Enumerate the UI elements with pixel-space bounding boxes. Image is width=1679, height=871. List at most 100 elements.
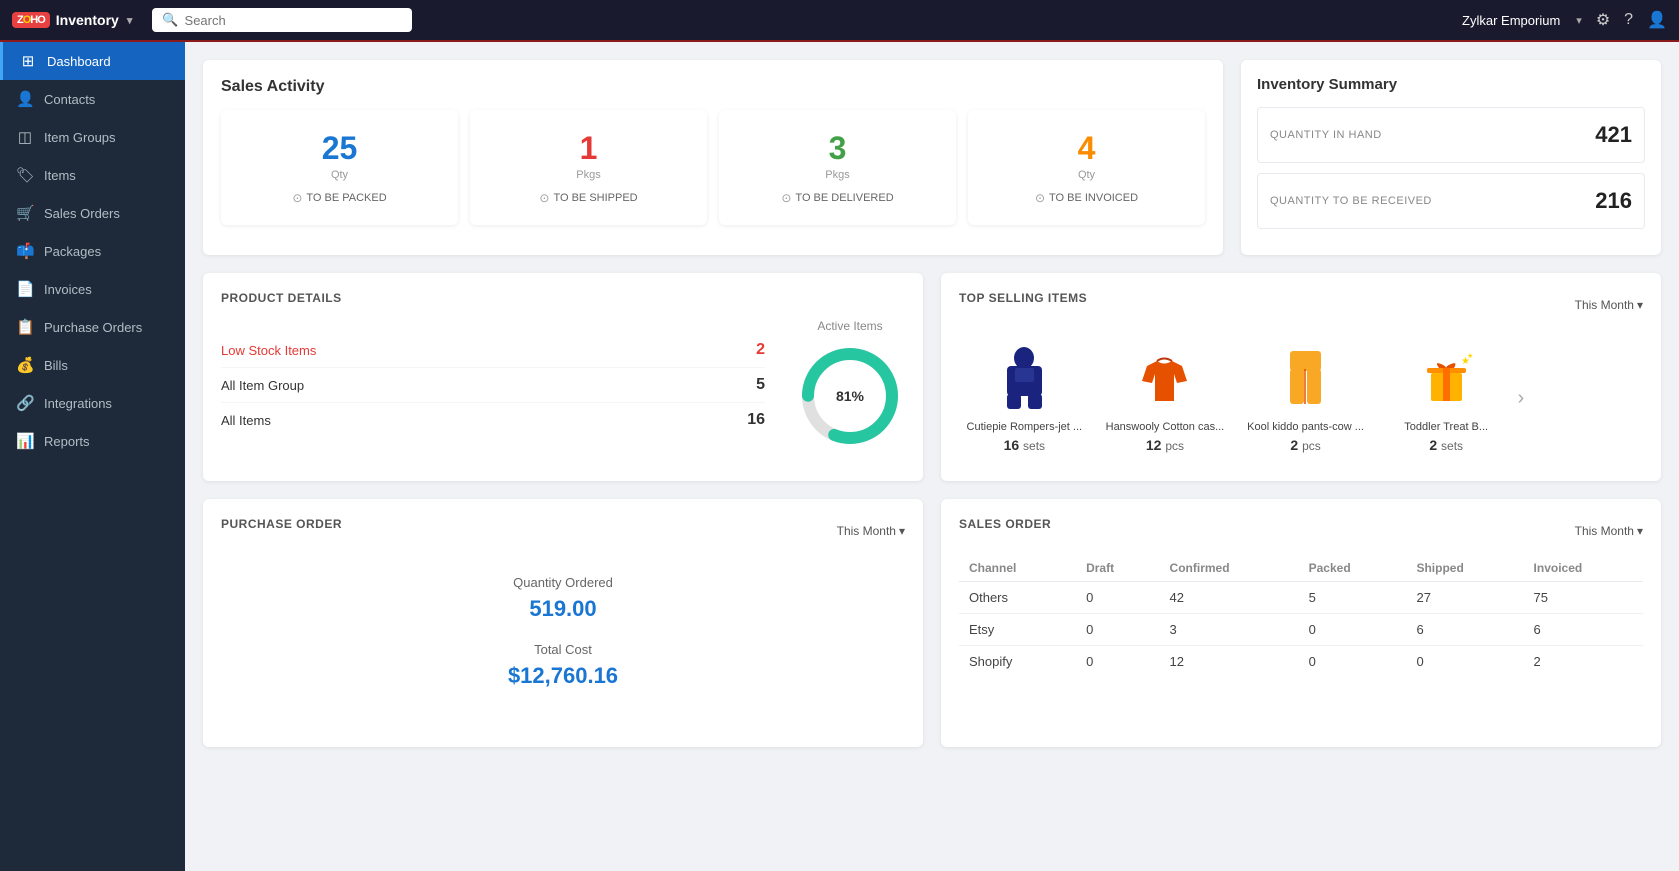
- table-row: Shopify 0 12 0 0 2: [959, 646, 1643, 678]
- shipped-status: ⊙ TO BE SHIPPED: [486, 191, 691, 205]
- sidebar-item-label: Invoices: [44, 282, 92, 297]
- main-content: Sales Activity 25 Qty ⊙ TO BE PACKED 1 P…: [185, 42, 1679, 871]
- logo: ZOHO Inventory ▾: [12, 12, 132, 28]
- top-item-1-img: [994, 343, 1054, 413]
- product-details-panel: PRODUCT DETAILS Low Stock Items 2 All It…: [203, 273, 923, 481]
- org-name: Zylkar Emporium: [1462, 13, 1560, 28]
- col-confirmed: Confirmed: [1160, 555, 1299, 582]
- top-item-1-unit: sets: [1023, 439, 1045, 453]
- top-item-3-unit: pcs: [1302, 439, 1321, 453]
- app-dropdown-arrow[interactable]: ▾: [127, 14, 133, 27]
- qty-to-receive-value: 216: [1595, 188, 1632, 214]
- bottom-section: PURCHASE ORDER This Month ▾ Quantity Ord…: [203, 499, 1661, 747]
- sidebar-item-items[interactable]: 🏷 Items: [0, 156, 185, 194]
- shipped-number: 1: [486, 130, 691, 167]
- sidebar-item-purchase-orders[interactable]: 📋 Purchase Orders: [0, 308, 185, 346]
- row-channel: Etsy: [959, 614, 1076, 646]
- invoiced-number: 4: [984, 130, 1189, 167]
- row-draft: 0: [1076, 614, 1159, 646]
- search-bar[interactable]: 🔍: [152, 8, 412, 32]
- row-channel: Shopify: [959, 646, 1076, 678]
- top-item-2-img: [1135, 343, 1195, 413]
- all-item-group-row: All Item Group 5: [221, 368, 765, 403]
- activity-card-delivered[interactable]: 3 Pkgs ⊙ TO BE DELIVERED: [719, 110, 956, 225]
- contacts-icon: 👤: [16, 90, 34, 108]
- activity-card-invoiced[interactable]: 4 Qty ⊙ TO BE INVOICED: [968, 110, 1205, 225]
- row-draft: 0: [1076, 646, 1159, 678]
- product-list: Low Stock Items 2 All Item Group 5 All I…: [221, 333, 765, 437]
- search-input[interactable]: [185, 13, 403, 28]
- top-selling-period[interactable]: This Month ▾: [1575, 298, 1643, 312]
- middle-section: PRODUCT DETAILS Low Stock Items 2 All It…: [203, 273, 1661, 481]
- po-period-btn[interactable]: This Month ▾: [837, 524, 905, 538]
- purchase-order-title: PURCHASE ORDER: [221, 517, 342, 531]
- col-draft: Draft: [1076, 555, 1159, 582]
- avatar[interactable]: 👤: [1647, 10, 1667, 30]
- inventory-summary-title: Inventory Summary: [1257, 76, 1645, 93]
- so-period-btn[interactable]: This Month ▾: [1575, 524, 1643, 538]
- sidebar-item-label: Items: [44, 168, 76, 183]
- purchase-orders-icon: 📋: [16, 318, 34, 336]
- top-item-1: Cutiepie Rompers-jet ... 16 sets: [959, 333, 1090, 463]
- search-icon: 🔍: [162, 12, 178, 28]
- sales-activity-title: Sales Activity: [221, 78, 1205, 96]
- activity-card-shipped[interactable]: 1 Pkgs ⊙ TO BE SHIPPED: [470, 110, 707, 225]
- top-item-4-unit: sets: [1441, 439, 1463, 453]
- so-period-arrow: ▾: [1637, 524, 1643, 538]
- qty-in-hand-value: 421: [1595, 122, 1632, 148]
- invoiced-unit: Qty: [984, 169, 1189, 181]
- sales-order-title: SALES ORDER: [959, 517, 1051, 531]
- po-period-arrow: ▾: [899, 524, 905, 538]
- row-channel: Others: [959, 582, 1076, 614]
- sidebar-item-item-groups[interactable]: ◫ Item Groups: [0, 118, 185, 156]
- sales-order-panel: SALES ORDER This Month ▾ Channel Draft C…: [941, 499, 1661, 747]
- po-period-label: This Month: [837, 524, 896, 538]
- sidebar-item-reports[interactable]: 📊 Reports: [0, 422, 185, 460]
- so-period-label: This Month: [1575, 524, 1634, 538]
- packages-icon: 📫: [16, 242, 34, 260]
- top-item-3: Kool kiddo pants-cow ... 2 pcs: [1240, 333, 1371, 463]
- top-item-2-qty: 12 pcs: [1106, 437, 1225, 453]
- po-qty-label: Quantity Ordered: [221, 575, 905, 590]
- sidebar-item-invoices[interactable]: 📄 Invoices: [0, 270, 185, 308]
- po-qty-value: 519.00: [221, 596, 905, 622]
- top-item-4-qty: 2 sets: [1387, 437, 1506, 453]
- delivered-unit: Pkgs: [735, 169, 940, 181]
- help-icon[interactable]: ?: [1624, 11, 1633, 29]
- sidebar-item-sales-orders[interactable]: 🛒 Sales Orders: [0, 194, 185, 232]
- donut-label: Active Items: [795, 319, 905, 333]
- inventory-summary-panel: Inventory Summary QUANTITY IN HAND 421 Q…: [1241, 60, 1661, 255]
- sidebar-item-contacts[interactable]: 👤 Contacts: [0, 80, 185, 118]
- top-selling-next-arrow[interactable]: ›: [1518, 387, 1525, 410]
- sales-activity-cards: 25 Qty ⊙ TO BE PACKED 1 Pkgs ⊙ TO BE SHI…: [221, 110, 1205, 225]
- shipped-unit: Pkgs: [486, 169, 691, 181]
- low-stock-row[interactable]: Low Stock Items 2: [221, 333, 765, 368]
- donut-chart: 81%: [795, 341, 905, 451]
- qty-to-receive-label: QUANTITY TO BE RECEIVED: [1270, 195, 1432, 207]
- row-confirmed: 3: [1160, 614, 1299, 646]
- activity-card-packed[interactable]: 25 Qty ⊙ TO BE PACKED: [221, 110, 458, 225]
- sidebar-item-integrations[interactable]: 🔗 Integrations: [0, 384, 185, 422]
- so-table-body: Others 0 42 5 27 75 Etsy 0 3 0 6 6 Shopi…: [959, 582, 1643, 678]
- top-item-1-name: Cutiepie Rompers-jet ...: [965, 421, 1084, 433]
- packed-number: 25: [237, 130, 442, 167]
- sidebar: ⊞ Dashboard 👤 Contacts ◫ Item Groups 🏷 I…: [0, 42, 185, 871]
- top-item-2: Hanswooly Cotton cas... 12 pcs: [1100, 333, 1231, 463]
- low-stock-label[interactable]: Low Stock Items: [221, 343, 316, 358]
- sidebar-item-packages[interactable]: 📫 Packages: [0, 232, 185, 270]
- org-dropdown-arrow[interactable]: ▾: [1576, 14, 1582, 27]
- sidebar-item-dashboard[interactable]: ⊞ Dashboard: [0, 42, 185, 80]
- settings-icon[interactable]: ⚙: [1596, 10, 1610, 30]
- top-item-2-unit: pcs: [1165, 439, 1184, 453]
- row-invoiced: 2: [1524, 646, 1643, 678]
- invoices-icon: 📄: [16, 280, 34, 298]
- donut-percent: 81%: [836, 388, 864, 404]
- top-item-1-qty: 16 sets: [965, 437, 1084, 453]
- purchase-order-panel: PURCHASE ORDER This Month ▾ Quantity Ord…: [203, 499, 923, 747]
- topbar: ZOHO Inventory ▾ 🔍 Zylkar Emporium ▾ ⚙ ?…: [0, 0, 1679, 42]
- top-selling-header: TOP SELLING ITEMS This Month ▾: [959, 291, 1643, 319]
- item-groups-icon: ◫: [16, 128, 34, 146]
- row-shipped: 27: [1406, 582, 1523, 614]
- top-item-3-name: Kool kiddo pants-cow ...: [1246, 421, 1365, 433]
- sidebar-item-bills[interactable]: 💰 Bills: [0, 346, 185, 384]
